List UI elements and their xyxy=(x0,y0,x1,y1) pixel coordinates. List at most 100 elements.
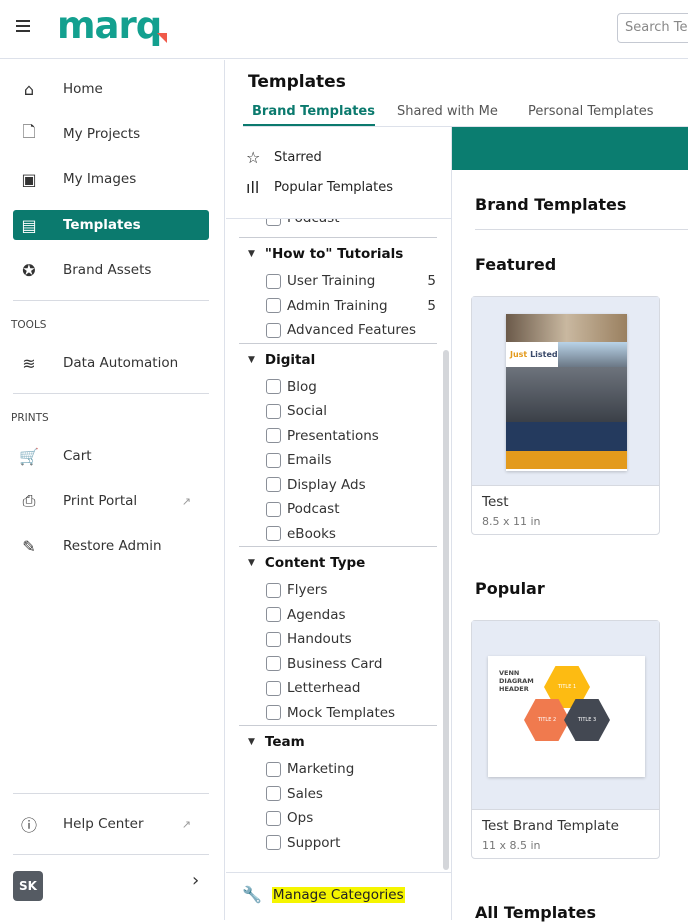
checkbox[interactable] xyxy=(266,322,281,338)
sidebar-item-print-portal[interactable]: ⎙ Print Portal ↗ xyxy=(13,486,209,516)
checkbox[interactable] xyxy=(266,526,281,541)
checkbox[interactable] xyxy=(266,835,281,850)
checkbox[interactable] xyxy=(266,680,281,696)
checkbox[interactable] xyxy=(266,379,281,394)
group-divider xyxy=(239,237,437,238)
category-label: Social xyxy=(287,403,328,419)
printer-icon: ⎙ xyxy=(22,491,36,510)
nav-label: Help Center xyxy=(63,816,144,832)
sidebar-item-my-images[interactable]: ▣ My Images xyxy=(13,164,209,194)
templates-icon: ▤ xyxy=(21,215,37,235)
category-item[interactable]: Admin Training 5 xyxy=(266,298,436,314)
logo-accent xyxy=(157,33,167,43)
marq-logo[interactable]: marq xyxy=(57,4,162,47)
category-item[interactable]: Agendas xyxy=(266,607,436,623)
checkbox[interactable] xyxy=(266,452,281,468)
tab-shared-with-me[interactable]: Shared with Me xyxy=(397,104,498,119)
filter-starred[interactable]: ☆ Starred xyxy=(246,148,322,167)
caret-down-icon: ▼ xyxy=(248,558,255,568)
sidebar: ⌂ Home 🗋 My Projects ▣ My Images ▤ Templates… xyxy=(0,60,225,920)
category-item[interactable]: Social xyxy=(266,403,436,419)
category-item[interactable]: Advanced Features xyxy=(266,322,436,338)
template-card-featured[interactable]: Just Listed Test 8.5 x 11 in xyxy=(471,296,660,535)
category-item[interactable]: Presentations xyxy=(266,428,436,444)
checkbox[interactable] xyxy=(266,631,281,647)
checkbox[interactable] xyxy=(266,705,281,720)
category-item[interactable]: Podcast xyxy=(266,219,436,226)
user-avatar[interactable]: SK xyxy=(13,871,43,901)
checkbox[interactable] xyxy=(266,501,281,517)
category-item[interactable]: Flyers xyxy=(266,582,436,598)
category-label: Marketing xyxy=(287,761,355,777)
teal-banner xyxy=(452,127,688,170)
tab-brand-templates[interactable]: Brand Templates xyxy=(252,104,375,119)
category-item[interactable]: Mock Templates xyxy=(266,705,436,721)
category-count: 5 xyxy=(427,273,436,289)
category-group-header[interactable]: ▼ Team xyxy=(248,734,305,750)
checkbox[interactable] xyxy=(266,298,281,313)
sidebar-item-help-center[interactable]: ⓘ Help Center ↗ xyxy=(13,809,209,839)
category-item[interactable]: Letterhead xyxy=(266,680,436,696)
template-name: Test Brand Template xyxy=(482,818,619,834)
nav-label: Data Automation xyxy=(63,355,179,371)
category-item[interactable]: User Training 5 xyxy=(266,273,436,289)
category-label: Blog xyxy=(287,378,317,395)
category-label: Display Ads xyxy=(287,476,366,493)
hamburger-menu-icon[interactable] xyxy=(16,20,30,34)
category-item[interactable]: Support xyxy=(266,835,436,851)
filter-label: Starred xyxy=(274,150,322,165)
category-label: Ops xyxy=(287,810,314,826)
group-divider xyxy=(239,546,437,547)
category-label: eBooks xyxy=(287,525,336,542)
chevron-right-icon[interactable]: › xyxy=(192,870,199,891)
group-divider xyxy=(239,342,437,344)
category-item[interactable]: Business Card xyxy=(266,656,436,672)
group-label: Content Type xyxy=(264,555,366,571)
star-icon: ☆ xyxy=(246,148,261,167)
category-item[interactable]: eBooks xyxy=(266,526,436,542)
sidebar-item-home[interactable]: ⌂ Home xyxy=(13,74,209,104)
template-size: 11 x 8.5 in xyxy=(482,839,541,852)
external-link-icon: ↗ xyxy=(181,817,191,831)
checkbox[interactable] xyxy=(266,761,281,777)
tab-personal-templates[interactable]: Personal Templates xyxy=(528,104,654,119)
category-group-header[interactable]: ▼ Digital xyxy=(248,352,315,368)
category-item[interactable]: Handouts xyxy=(266,631,436,647)
checkbox[interactable] xyxy=(266,810,281,826)
category-item[interactable]: Blog xyxy=(266,379,436,395)
filter-label: Popular Templates xyxy=(274,180,393,195)
checkbox[interactable] xyxy=(266,428,281,443)
badge-icon: ✪ xyxy=(22,260,36,280)
category-item[interactable]: Sales xyxy=(266,786,436,802)
manage-categories-link[interactable]: 🔧 Manage Categories xyxy=(242,885,405,904)
sidebar-item-brand-assets[interactable]: ✪ Brand Assets xyxy=(13,255,209,285)
filter-popular-templates[interactable]: ıll Popular Templates xyxy=(246,178,393,197)
checkbox[interactable] xyxy=(266,403,281,419)
sidebar-item-restore-admin[interactable]: ✎ Restore Admin xyxy=(13,531,209,561)
category-item[interactable]: Ops xyxy=(266,810,436,826)
section-heading: Brand Templates xyxy=(475,195,627,214)
checkbox[interactable] xyxy=(266,786,281,801)
sidebar-item-templates[interactable]: ▤ Templates xyxy=(13,210,209,240)
category-item[interactable]: Emails xyxy=(266,452,436,468)
category-item[interactable]: Marketing xyxy=(266,761,436,777)
template-name: Test xyxy=(482,494,509,510)
sidebar-item-cart[interactable]: 🛒 Cart xyxy=(13,441,209,471)
category-count: 5 xyxy=(427,297,436,314)
checkbox[interactable] xyxy=(266,219,281,226)
sidebar-item-my-projects[interactable]: 🗋 My Projects xyxy=(13,119,209,149)
checkbox[interactable] xyxy=(266,656,281,671)
search-input[interactable]: Search Te xyxy=(617,13,688,43)
template-card-popular[interactable]: VENN DIAGRAM HEADER TITLE 1 TITLE 2 TITL… xyxy=(471,620,660,859)
checkbox[interactable] xyxy=(266,607,281,622)
category-scrollbar[interactable] xyxy=(443,350,449,870)
category-group-header[interactable]: ▼ "How to" Tutorials xyxy=(248,246,403,262)
section-label-prints: PRINTS xyxy=(11,412,49,424)
category-item[interactable]: Display Ads xyxy=(266,477,436,493)
checkbox[interactable] xyxy=(266,582,281,598)
category-group-header[interactable]: ▼ Content Type xyxy=(248,555,365,571)
checkbox[interactable] xyxy=(266,477,281,492)
checkbox[interactable] xyxy=(266,273,281,289)
sidebar-item-data-automation[interactable]: ≋ Data Automation xyxy=(13,348,209,378)
category-item[interactable]: Podcast xyxy=(266,501,436,517)
